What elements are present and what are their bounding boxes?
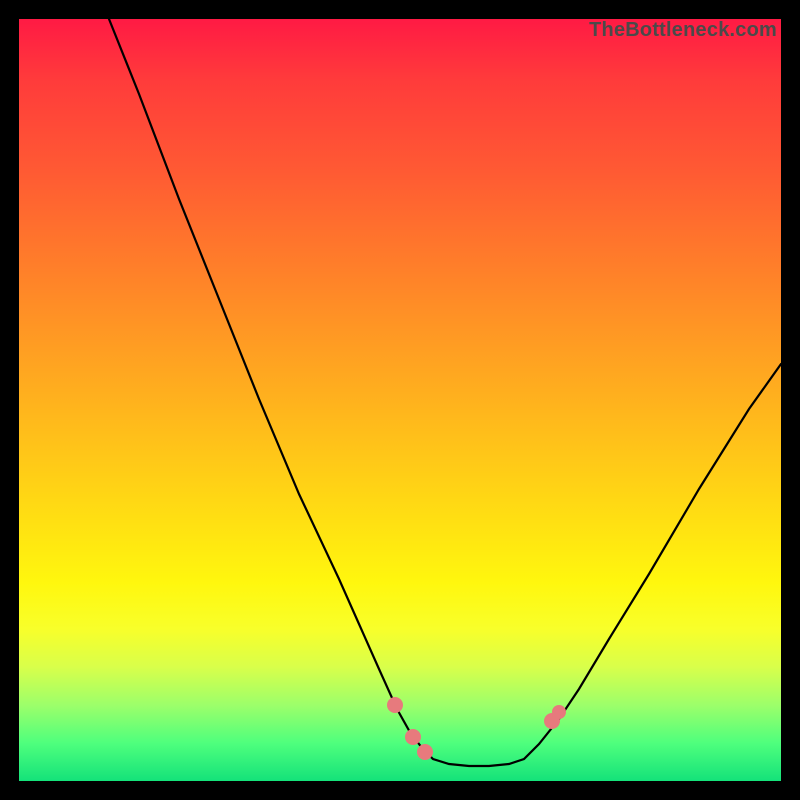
data-point-marker	[552, 705, 566, 719]
chart-frame: TheBottleneck.com	[0, 0, 800, 800]
bottleneck-curve	[109, 19, 781, 766]
data-point-marker	[417, 744, 433, 760]
data-markers	[387, 697, 566, 761]
data-point-marker	[405, 729, 421, 745]
data-point-marker	[387, 697, 403, 713]
chart-svg	[19, 19, 781, 781]
plot-area: TheBottleneck.com	[19, 19, 781, 781]
